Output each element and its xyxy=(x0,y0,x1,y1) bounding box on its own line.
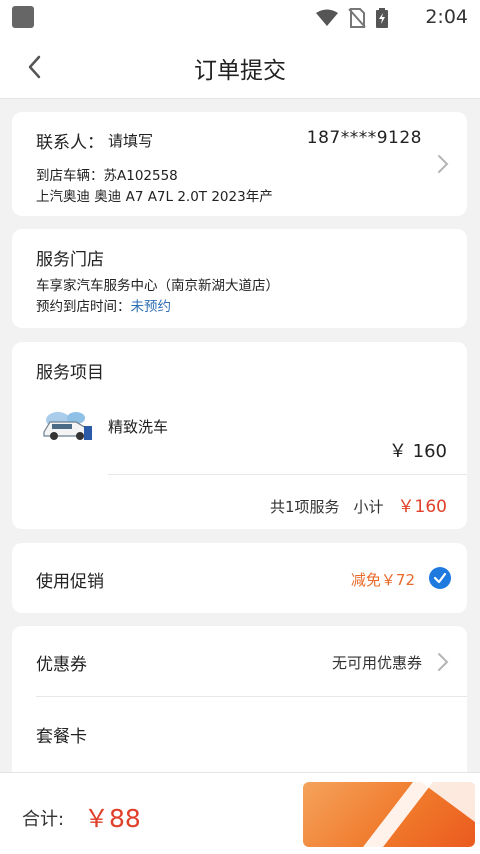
package-card-label[interactable]: 套餐卡 xyxy=(36,722,87,747)
coupon-card: 优惠券 无可用优惠券 套餐卡 xyxy=(12,626,467,772)
chevron-right-icon xyxy=(438,155,449,173)
wifi-icon xyxy=(316,9,338,26)
page-title: 订单提交 xyxy=(194,58,286,84)
appointment-label: 预约到店时间： xyxy=(36,299,131,315)
vehicle-plate: 到店车辆：苏A102558 xyxy=(36,168,178,184)
subtotal-value: ￥160 xyxy=(397,497,447,517)
appointment-value[interactable]: 未预约 xyxy=(131,299,172,315)
contact-label: 联系人： xyxy=(36,133,104,153)
promo-discount: 减免￥72 xyxy=(350,571,415,589)
contact-card[interactable]: 联系人： 请填写 187****9128 到店车辆：苏A102558 上汽奥迪 … xyxy=(12,112,467,216)
promo-label: 使用促销 xyxy=(36,572,104,592)
service-item-name: 精致洗车 xyxy=(108,418,169,436)
appointment-line: 预约到店时间：未预约 xyxy=(36,295,171,315)
battery-icon xyxy=(376,8,388,28)
store-title: 服务门店 xyxy=(36,250,104,270)
coupon-value[interactable]: 无可用优惠券 xyxy=(332,652,422,673)
status-time: 2:04 xyxy=(425,6,468,28)
promo-checkbox[interactable] xyxy=(429,567,451,589)
checkmark-icon xyxy=(433,572,447,584)
total-label: 合计: xyxy=(22,809,65,830)
service-count: 共1项服务 xyxy=(269,498,340,516)
divider xyxy=(108,474,467,475)
total-value: ￥88 xyxy=(84,804,141,833)
chevron-right-icon xyxy=(438,653,449,671)
service-card: 服务项目 精致洗车 ￥ 160 共1项服务 小计 ￥160 xyxy=(12,342,467,529)
promo-card[interactable]: 使用促销 减免￥72 xyxy=(12,543,467,613)
store-card: 服务门店 车享家汽车服务中心（南京新湖大道店） 预约到店时间：未预约 xyxy=(12,229,467,328)
subtotal-label: 小计 xyxy=(353,498,384,516)
bottom-bar: 合计: ￥88 xyxy=(0,772,480,854)
service-summary: 共1项服务 小计 ￥160 xyxy=(270,492,447,517)
status-icons xyxy=(316,8,388,28)
status-bar: 2:04 xyxy=(0,0,480,34)
submit-button-decoration xyxy=(363,782,475,847)
coupon-label: 优惠券 xyxy=(36,655,87,675)
car-thumbnail xyxy=(43,412,92,440)
divider xyxy=(36,696,467,697)
contact-phone: 187****9128 xyxy=(306,128,422,148)
contact-name-field[interactable]: 请填写 xyxy=(108,130,153,151)
no-sim-icon xyxy=(348,8,366,28)
submit-button[interactable] xyxy=(303,782,475,847)
app-icon xyxy=(12,6,34,28)
vehicle-model: 上汽奥迪 奥迪 A7 A7L 2.0T 2023年产 xyxy=(36,189,273,205)
service-item-price: ￥ 160 xyxy=(388,441,447,462)
store-name: 车享家汽车服务中心（南京新湖大道店） xyxy=(36,278,279,294)
header: 订单提交 xyxy=(0,34,480,99)
service-title: 服务项目 xyxy=(36,363,104,383)
